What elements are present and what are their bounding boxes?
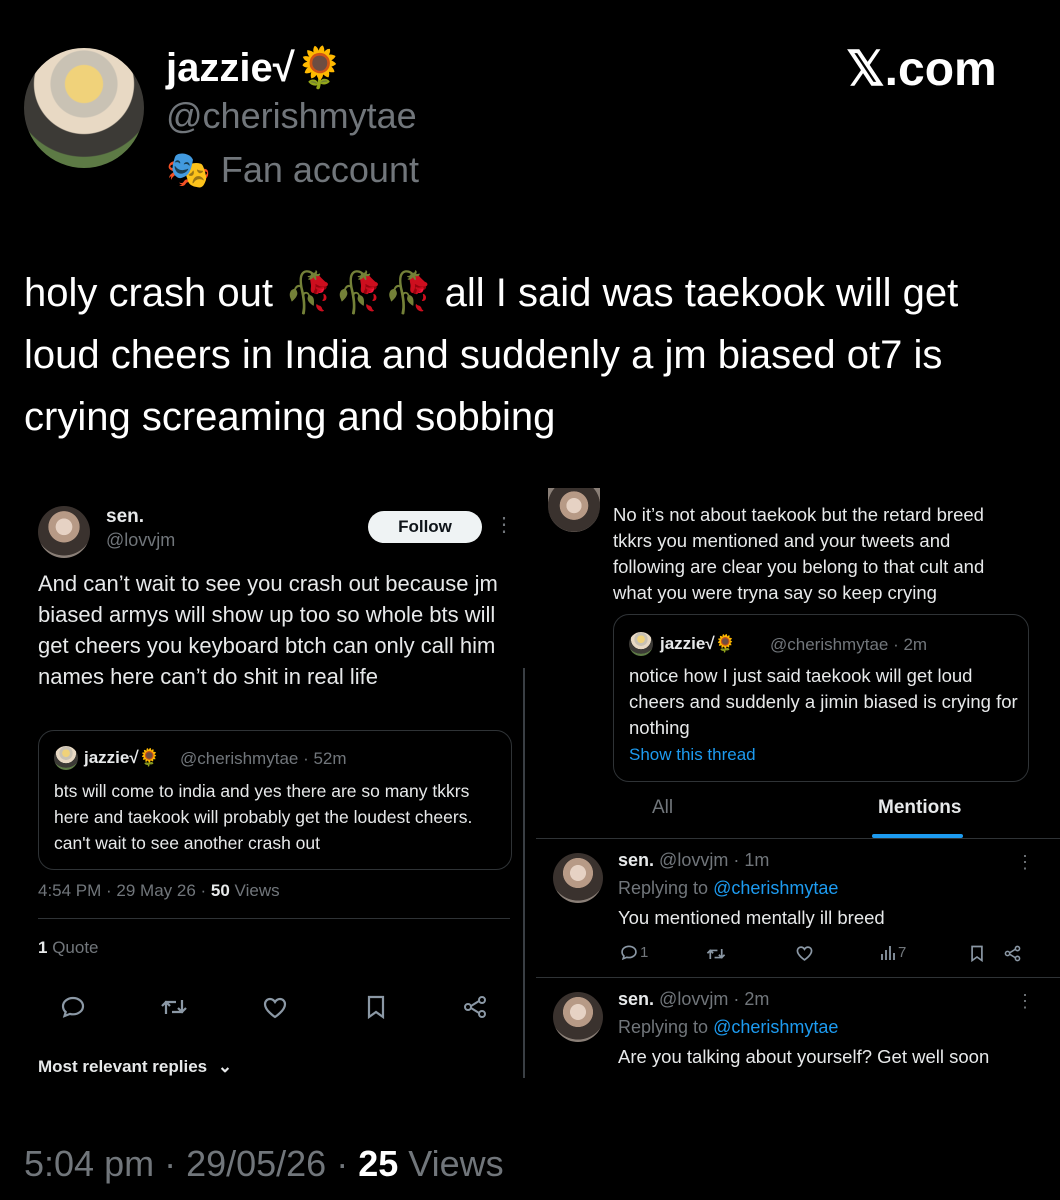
reply1-view-count: 7 bbox=[898, 944, 907, 961]
reply2-more-icon[interactable]: ⋮ bbox=[1016, 991, 1034, 1012]
left-tweet-time: 4:54 PM · 29 May 26 · bbox=[38, 881, 211, 900]
reply1-name[interactable]: sen. bbox=[618, 850, 654, 870]
reply-divider bbox=[536, 977, 1060, 978]
reply2-name[interactable]: sen. bbox=[618, 989, 654, 1009]
screenshot-separator bbox=[523, 668, 525, 1078]
right-quote-meta: @cherishmytae · 2m bbox=[770, 635, 928, 654]
chevron-down-icon: ⌄ bbox=[217, 1057, 233, 1076]
reply1-more-icon[interactable]: ⋮ bbox=[1016, 852, 1034, 873]
tabs-divider bbox=[536, 838, 1060, 839]
profile-avatar[interactable] bbox=[24, 48, 144, 168]
reply1-replying-prefix: Replying to bbox=[618, 878, 714, 898]
user-handle[interactable]: @cherishmytae bbox=[166, 92, 417, 140]
replies-sort-dropdown[interactable]: Most relevant replies ⌄ bbox=[38, 1057, 232, 1077]
left-views-count: 50 bbox=[210, 881, 230, 900]
tweet-text: holy crash out 🥀🥀🥀 all I said was taekoo… bbox=[24, 271, 959, 439]
account-label: 🎭 Fan account bbox=[166, 144, 419, 196]
right-quote-name[interactable]: jazzie√🌻 bbox=[660, 634, 736, 654]
left-quote-avatar bbox=[54, 746, 78, 770]
replies-sort-label: Most relevant replies bbox=[38, 1057, 208, 1076]
right-reply-text: No it’s not about taekook but the retard… bbox=[613, 504, 985, 603]
reply2-header: sen. @lovvjm · 2m bbox=[618, 989, 769, 1010]
share-icon[interactable] bbox=[462, 995, 488, 1019]
reply2-meta: @lovvjm · 2m bbox=[659, 989, 770, 1009]
left-reply-name[interactable]: sen. bbox=[106, 506, 144, 528]
reply2-text: Are you talking about yourself? Get well… bbox=[618, 1046, 990, 1067]
reply1-reply-count: 1 bbox=[640, 944, 649, 961]
reply1-replying-to: Replying to @cherishmytae bbox=[618, 878, 838, 899]
reply1-header: sen. @lovvjm · 1m bbox=[618, 850, 769, 871]
quote-count-link[interactable]: 1 Quote bbox=[38, 938, 99, 958]
x-brand-logo: 𝕏.com bbox=[846, 43, 997, 96]
reply2-mention-link[interactable]: @cherishmytae bbox=[713, 1017, 838, 1037]
retweet-icon[interactable] bbox=[160, 996, 188, 1018]
left-reply-text: And can’t wait to see you crash out beca… bbox=[38, 571, 498, 689]
retweet-icon[interactable] bbox=[706, 946, 726, 962]
display-name-row[interactable]: jazzie√🌻 bbox=[166, 40, 344, 96]
reply-icon[interactable] bbox=[60, 995, 86, 1019]
views-icon bbox=[880, 945, 896, 961]
left-quote-text: bts will come to india and yes there are… bbox=[54, 781, 473, 853]
reply-icon bbox=[620, 944, 638, 961]
show-thread-link[interactable]: Show this thread bbox=[629, 745, 756, 765]
follow-button[interactable]: Follow bbox=[368, 511, 482, 543]
reply1-text: You mentioned mentally ill breed bbox=[618, 907, 885, 928]
tweet-views-label: Views bbox=[398, 1143, 504, 1184]
right-top-avatar-partial bbox=[548, 488, 600, 532]
reply2-avatar[interactable] bbox=[553, 992, 603, 1042]
tweet-footer: 5:04 pm · 29/05/26 · 25 Views bbox=[24, 1140, 504, 1188]
bookmark-icon[interactable] bbox=[366, 995, 386, 1019]
share-icon[interactable] bbox=[1003, 945, 1022, 962]
name-badges: √🌻 bbox=[272, 46, 345, 90]
account-label-text: Fan account bbox=[220, 149, 419, 190]
reply1-avatar[interactable] bbox=[553, 853, 603, 903]
reply1-mention-link[interactable]: @cherishmytae bbox=[713, 878, 838, 898]
left-tweet-meta: 4:54 PM · 29 May 26 · 50 Views bbox=[38, 881, 280, 901]
like-icon[interactable] bbox=[795, 945, 814, 962]
like-icon[interactable] bbox=[262, 996, 288, 1020]
left-reply-avatar[interactable] bbox=[38, 506, 90, 558]
tab-mentions[interactable]: Mentions bbox=[878, 797, 961, 819]
right-quote-avatar bbox=[629, 632, 653, 656]
left-quote-name[interactable]: jazzie√🌻 bbox=[84, 748, 160, 768]
bookmark-icon[interactable] bbox=[970, 945, 984, 962]
tweet-timestamp[interactable]: 5:04 pm · 29/05/26 · bbox=[24, 1143, 358, 1184]
left-divider bbox=[38, 918, 510, 919]
theater-mask-icon: 🎭 bbox=[166, 149, 211, 190]
reply1-reply-button[interactable]: 1 bbox=[620, 944, 648, 961]
left-reply-handle[interactable]: @lovvjm bbox=[106, 530, 175, 551]
reply2-replying-prefix: Replying to bbox=[618, 1017, 714, 1037]
display-name[interactable]: jazzie bbox=[166, 46, 273, 90]
left-views-label: Views bbox=[229, 881, 280, 900]
more-icon[interactable]: ⋮ bbox=[494, 512, 514, 537]
reply2-replying-to: Replying to @cherishmytae bbox=[618, 1017, 838, 1038]
reply1-meta: @lovvjm · 1m bbox=[659, 850, 770, 870]
quote-label: Quote bbox=[47, 938, 99, 957]
tweet-views-count[interactable]: 25 bbox=[358, 1143, 398, 1184]
right-quote-text: notice how I just said taekook will get … bbox=[629, 665, 1018, 738]
reply1-views-button[interactable]: 7 bbox=[880, 944, 906, 961]
left-quote-meta: @cherishmytae · 52m bbox=[180, 749, 347, 768]
tab-all[interactable]: All bbox=[652, 797, 673, 819]
